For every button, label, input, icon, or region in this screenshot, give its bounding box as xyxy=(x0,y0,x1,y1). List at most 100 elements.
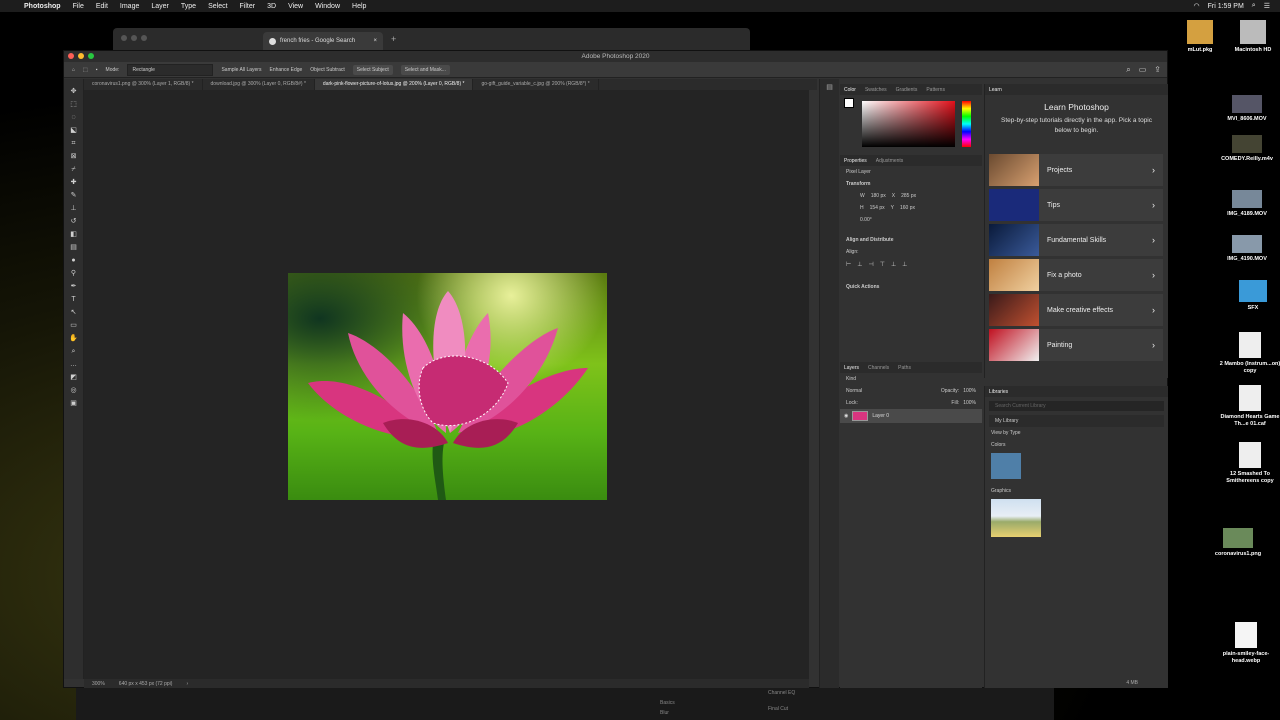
new-tab-icon[interactable]: + xyxy=(391,34,396,44)
tab-color[interactable]: Color xyxy=(844,87,856,93)
dodge-tool-icon[interactable]: ⚲ xyxy=(69,269,78,278)
stamp-tool-icon[interactable]: ⊥ xyxy=(69,204,78,213)
object-selection-tool-icon[interactable]: ⬚ xyxy=(83,67,88,73)
move-tool-icon[interactable]: ✥ xyxy=(69,87,78,96)
select-and-mask-button[interactable]: Select and Mask... xyxy=(400,64,450,75)
crop-tool-icon[interactable]: ⌗ xyxy=(69,139,78,148)
blur-tool-icon[interactable]: ● xyxy=(69,256,78,265)
menu-file[interactable]: File xyxy=(67,3,90,10)
zoom-level[interactable]: 300% xyxy=(92,681,105,687)
workspace-icon[interactable]: ▭ xyxy=(1139,65,1147,75)
history-panel-icon[interactable]: ▤ xyxy=(820,83,839,91)
search-icon[interactable]: ⌕ xyxy=(1252,2,1256,10)
view-by-type[interactable]: View by Type xyxy=(985,427,1168,439)
learn-item-creative-effects[interactable]: Make creative effects › xyxy=(989,294,1163,326)
minimize-window-icon[interactable] xyxy=(78,53,84,59)
doc-tab[interactable]: go-gift_guide_variable_c.jpg @ 200% (RGB… xyxy=(473,79,599,90)
new-selection-icon[interactable]: ▪ xyxy=(96,67,98,73)
status-chevron-icon[interactable]: › xyxy=(186,681,188,687)
path-select-tool-icon[interactable]: ↖ xyxy=(69,308,78,317)
desktop-icon-diamond-hearts[interactable]: Diamond Hearts Game Th...e 01.caf xyxy=(1215,385,1280,428)
menu-help[interactable]: Help xyxy=(346,3,372,10)
align-middle-icon[interactable]: ⊥ xyxy=(891,261,896,268)
object-subtract-checkbox[interactable]: Object Subtract xyxy=(310,67,344,73)
align-section[interactable]: Align and Distribute xyxy=(840,234,982,246)
menu-edit[interactable]: Edit xyxy=(90,3,114,10)
menu-filter[interactable]: Filter xyxy=(234,3,262,10)
align-left-icon[interactable]: ⊢ xyxy=(846,261,851,268)
close-tab-icon[interactable]: × xyxy=(373,38,377,44)
hand-tool-icon[interactable]: ✋ xyxy=(69,334,78,343)
desktop-icon-mvi[interactable]: MVI_8606.MOV xyxy=(1212,95,1280,123)
menu-3d[interactable]: 3D xyxy=(261,3,282,10)
more-tools-icon[interactable]: … xyxy=(69,360,78,369)
type-tool-icon[interactable]: T xyxy=(69,295,78,304)
learn-item-tips[interactable]: Tips › xyxy=(989,189,1163,221)
brush-tool-icon[interactable]: ✎ xyxy=(69,191,78,200)
home-icon[interactable]: ⌂ xyxy=(72,67,75,73)
menu-select[interactable]: Select xyxy=(202,3,233,10)
library-graphic-thumb[interactable] xyxy=(991,499,1041,537)
color-picker[interactable] xyxy=(840,95,982,155)
graphics-section[interactable]: Graphics xyxy=(985,485,1168,497)
menu-list-icon[interactable]: ☰ xyxy=(1264,2,1270,10)
mode-select[interactable]: Rectangle xyxy=(127,63,214,76)
height-field[interactable]: 154 px xyxy=(870,205,885,211)
desktop-icon-smashed[interactable]: 12 Smashed To Smithereens copy xyxy=(1215,442,1280,485)
learn-item-fundamental-skills[interactable]: Fundamental Skills › xyxy=(989,224,1163,256)
quick-mask-icon[interactable]: ◎ xyxy=(69,386,78,395)
zoom-window-icon[interactable] xyxy=(88,53,94,59)
x-field[interactable]: 285 px xyxy=(901,193,916,199)
tab-adjustments[interactable]: Adjustments xyxy=(876,158,904,164)
doc-tab-active[interactable]: dark-pink-flower-picture-of-lotus.jpg @ … xyxy=(314,79,474,90)
fill-field[interactable]: 100% xyxy=(963,400,976,406)
menu-window[interactable]: Window xyxy=(309,3,346,10)
desktop-icon-img4190[interactable]: IMG_4190.MOV xyxy=(1212,235,1280,263)
layer-name[interactable]: Layer 0 xyxy=(872,413,889,419)
foreground-color-swatch[interactable] xyxy=(844,98,854,108)
desktop-icon-smiley[interactable]: plain-smiley-face-head.webp xyxy=(1211,622,1280,665)
zoom-tool-icon[interactable]: ⌕ xyxy=(69,347,78,356)
color-swatches-icon[interactable]: ◩ xyxy=(69,373,78,382)
browser-tab[interactable]: french fries - Google Search × xyxy=(263,32,383,50)
library-color-swatch[interactable] xyxy=(991,453,1021,479)
align-right-icon[interactable]: ⊣ xyxy=(868,261,873,268)
visibility-eye-icon[interactable]: ◉ xyxy=(844,413,848,419)
transform-section[interactable]: Transform xyxy=(840,178,982,190)
lotus-image[interactable] xyxy=(288,273,607,500)
menu-app-name[interactable]: Photoshop xyxy=(18,3,67,10)
layer-kind-filter[interactable]: Kind xyxy=(840,373,982,385)
menu-layer[interactable]: Layer xyxy=(145,3,175,10)
tab-channels[interactable]: Channels xyxy=(868,365,889,371)
history-brush-icon[interactable]: ↺ xyxy=(69,217,78,226)
tab-patterns[interactable]: Patterns xyxy=(926,87,945,93)
gradient-tool-icon[interactable]: ▤ xyxy=(69,243,78,252)
screen-mode-icon[interactable]: ▣ xyxy=(69,399,78,408)
learn-item-projects[interactable]: Projects › xyxy=(989,154,1163,186)
select-subject-button[interactable]: Select Subject xyxy=(352,64,393,75)
align-bottom-icon[interactable]: ⊥ xyxy=(902,261,907,268)
share-icon[interactable]: ⇪ xyxy=(1154,65,1161,75)
learn-item-painting[interactable]: Painting › xyxy=(989,329,1163,361)
canvas-area[interactable] xyxy=(84,90,809,679)
desktop-icon-img4189[interactable]: IMG_4189.MOV xyxy=(1212,190,1280,218)
desktop-icon-comedy[interactable]: COMEDY.Reilly.m4v xyxy=(1212,135,1280,163)
menu-type[interactable]: Type xyxy=(175,3,202,10)
healing-tool-icon[interactable]: ✚ xyxy=(69,178,78,187)
wifi-icon[interactable]: ◠ xyxy=(1194,2,1200,10)
close-window-icon[interactable] xyxy=(68,53,74,59)
tab-libraries[interactable]: Libraries xyxy=(989,389,1008,395)
frame-tool-icon[interactable]: ⊠ xyxy=(69,152,78,161)
doc-tab[interactable]: coronavirus1.png @ 300% (Layer 1, RGB/8)… xyxy=(84,79,203,90)
desktop-icon-coronavirus[interactable]: coronavirus1.png xyxy=(1203,528,1273,558)
tab-layers[interactable]: Layers xyxy=(844,365,859,371)
learn-item-fix-a-photo[interactable]: Fix a photo › xyxy=(989,259,1163,291)
quick-actions-section[interactable]: Quick Actions xyxy=(840,281,982,293)
opacity-field[interactable]: 100% xyxy=(963,388,976,394)
tab-paths[interactable]: Paths xyxy=(898,365,911,371)
angle-field[interactable]: 0.00° xyxy=(840,214,982,226)
blend-mode-select[interactable]: Normal xyxy=(846,388,862,394)
object-select-tool-icon[interactable]: ⬕ xyxy=(69,126,78,135)
colors-section[interactable]: Colors xyxy=(985,439,1168,451)
sample-all-layers-checkbox[interactable]: Sample All Layers xyxy=(221,67,261,73)
